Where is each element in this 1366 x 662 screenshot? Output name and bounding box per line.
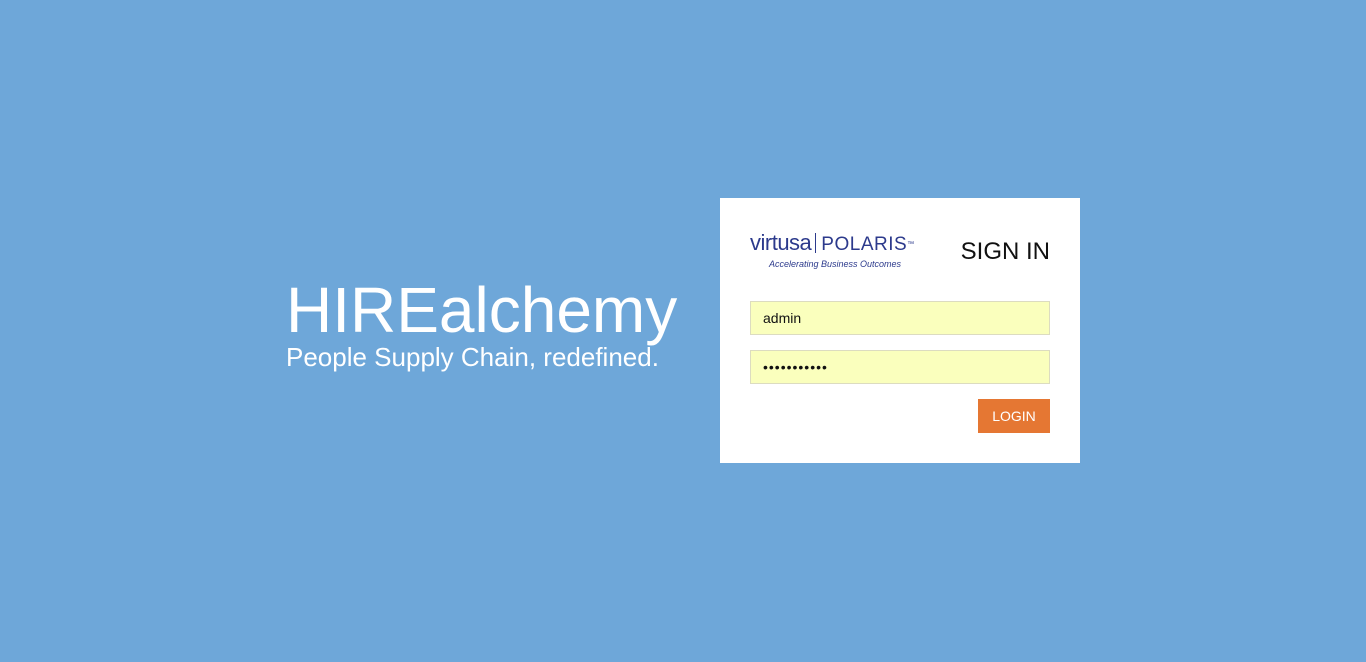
- logo-name-left: virtusa: [750, 230, 812, 255]
- app-tagline: People Supply Chain, redefined.: [286, 342, 659, 372]
- logo-separator: [815, 233, 817, 253]
- brand-block: HIREalchemy People Supply Chain, redefin…: [286, 274, 677, 372]
- login-button[interactable]: LOGIN: [978, 399, 1050, 433]
- app-title: HIREalchemy: [286, 274, 678, 346]
- sign-in-heading: SIGN IN: [960, 238, 1050, 265]
- logo-wordmark: virtusa POLARIS™: [750, 232, 932, 256]
- logo-slogan: Accelerating Business Outcomes: [769, 259, 902, 269]
- logo-name-right: POLARIS: [821, 234, 908, 255]
- username-field[interactable]: [750, 301, 1050, 335]
- login-card: virtusa POLARIS™ Accelerating Business Ou…: [720, 198, 1080, 463]
- password-field[interactable]: [750, 350, 1050, 384]
- logo-trademark: ™: [907, 241, 915, 248]
- virtusa-polaris-logo: virtusa POLARIS™ Accelerating Business Ou…: [750, 232, 932, 270]
